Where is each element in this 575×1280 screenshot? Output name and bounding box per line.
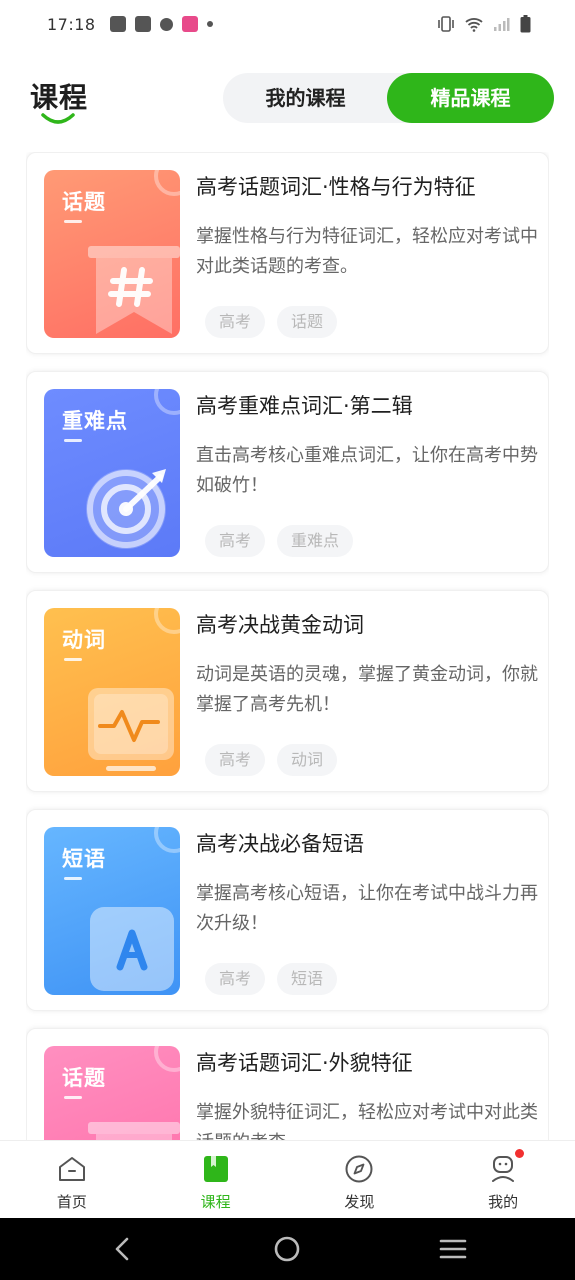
wifi-icon (465, 17, 483, 32)
nav-label: 发现 (344, 1193, 375, 1211)
title-smile-icon (41, 113, 75, 124)
course-tag: 动词 (277, 744, 338, 776)
course-tags: 高考 短语 (205, 963, 338, 995)
course-tag: 短语 (277, 963, 338, 995)
course-thumbnail: 话题 (44, 170, 180, 338)
course-thumbnail: 短语 (44, 827, 180, 995)
nav-home[interactable]: 首页 (0, 1141, 144, 1218)
course-tags: 高考 动词 (205, 744, 338, 776)
tab-my-courses[interactable]: 我的课程 (223, 73, 388, 123)
course-description: 掌握外貌特征词汇，轻松应对考试中对此类话题的考查。 (196, 1102, 538, 1140)
tab-featured-courses[interactable]: 精品课程 (387, 73, 554, 123)
app-notification-icon (181, 16, 198, 32)
thumbnail-label: 动词 (62, 628, 106, 652)
nav-profile[interactable]: 我的 (431, 1141, 575, 1218)
home-button[interactable] (257, 1218, 317, 1280)
nav-label: 我的 (488, 1193, 519, 1211)
more-notifications-icon (206, 21, 213, 27)
course-description: 直击高考核心重难点词汇，让你在高考中势如破竹！ (196, 445, 538, 496)
signal-icon (494, 17, 510, 31)
course-tab-switcher: 我的课程 精品课程 (223, 73, 554, 123)
thumbnail-underline (64, 439, 82, 442)
recents-button[interactable] (423, 1218, 483, 1280)
course-tag: 高考 (205, 525, 266, 557)
course-card[interactable]: 短语 高考决战必备短语 掌握高考核心短语，让你在考试中战斗力再次升级！ 高考 短… (26, 809, 549, 1011)
bottom-nav: 首页 课程 发现 我的 (0, 1140, 575, 1218)
nav-label: 课程 (200, 1193, 231, 1211)
page-title: 课程 (30, 81, 89, 114)
thumbnail-underline (64, 877, 82, 880)
course-thumbnail: 话题 (44, 1046, 180, 1140)
course-tag: 话题 (277, 306, 338, 338)
course-description: 掌握高考核心短语，让你在考试中战斗力再次升级！ (196, 883, 538, 934)
course-title: 高考话题词汇·性格与行为特征 (196, 175, 476, 199)
menu-lines-icon (439, 1239, 467, 1259)
status-bar: 17:18 (0, 0, 575, 48)
course-card[interactable]: 动词 高考决战黄金动词 动词是英语的灵魂，掌握了黄金动词，你就掌握了高考先机！ … (26, 590, 549, 792)
thumbnail-label: 话题 (62, 190, 106, 214)
course-card[interactable]: 话题 高考话题词汇·外貌特征 掌握外貌特征词汇，轻松应对考试中对此类话题的考查。… (26, 1028, 549, 1140)
thumbnail-underline (64, 220, 82, 223)
battery-icon (520, 15, 531, 33)
course-description: 掌握性格与行为特征词汇，轻松应对考试中对此类话题的考查。 (196, 226, 538, 277)
bag-notification-icon (109, 16, 126, 32)
course-tag: 重难点 (277, 525, 354, 557)
course-title: 高考话题词汇·外貌特征 (196, 1051, 413, 1075)
course-tag: 高考 (205, 963, 266, 995)
course-tags: 高考 重难点 (205, 525, 354, 557)
shield-notification-icon (159, 17, 173, 31)
course-thumbnail: 重难点 (44, 389, 180, 557)
course-tag: 高考 (205, 306, 266, 338)
nav-courses[interactable]: 课程 (144, 1141, 288, 1218)
vibrate-icon (438, 16, 454, 32)
course-tags: 高考 话题 (205, 306, 338, 338)
course-title: 高考重难点词汇·第二辑 (196, 394, 413, 418)
thumbnail-underline (64, 658, 82, 661)
thumbnail-label: 重难点 (62, 409, 128, 433)
thumbnail-underline (64, 1096, 82, 1099)
system-nav-bar (0, 1218, 575, 1280)
status-time: 17:18 (47, 14, 96, 34)
back-icon (115, 1237, 129, 1261)
bag-notification-icon (134, 16, 151, 32)
profile-icon (487, 1153, 519, 1185)
nav-label: 首页 (56, 1193, 87, 1211)
back-button[interactable] (92, 1218, 152, 1280)
nav-discover[interactable]: 发现 (288, 1141, 432, 1218)
course-thumbnail: 动词 (44, 608, 180, 776)
course-description: 动词是英语的灵魂，掌握了黄金动词，你就掌握了高考先机！ (196, 664, 538, 715)
course-card[interactable]: 重难点 高考重难点词汇·第二辑 直击高考核心重难点词汇，让你在高考中势如破竹！ … (26, 371, 549, 573)
book-icon (200, 1153, 232, 1185)
course-title: 高考决战黄金动词 (196, 613, 364, 637)
page-header: 课程 我的课程 精品课程 (0, 70, 575, 130)
compass-icon (343, 1153, 375, 1185)
course-title: 高考决战必备短语 (196, 832, 364, 856)
thumbnail-label: 短语 (62, 847, 106, 871)
course-card[interactable]: 话题 高考话题词汇·性格与行为特征 掌握性格与行为特征词汇，轻松应对考试中对此类… (26, 152, 549, 354)
home-circle-icon (274, 1236, 300, 1262)
course-list[interactable]: 话题 高考话题词汇·性格与行为特征 掌握性格与行为特征词汇，轻松应对考试中对此类… (26, 152, 549, 1140)
course-tag: 高考 (205, 744, 266, 776)
notification-badge (515, 1149, 525, 1158)
thumbnail-label: 话题 (62, 1066, 106, 1090)
home-icon (56, 1153, 88, 1185)
